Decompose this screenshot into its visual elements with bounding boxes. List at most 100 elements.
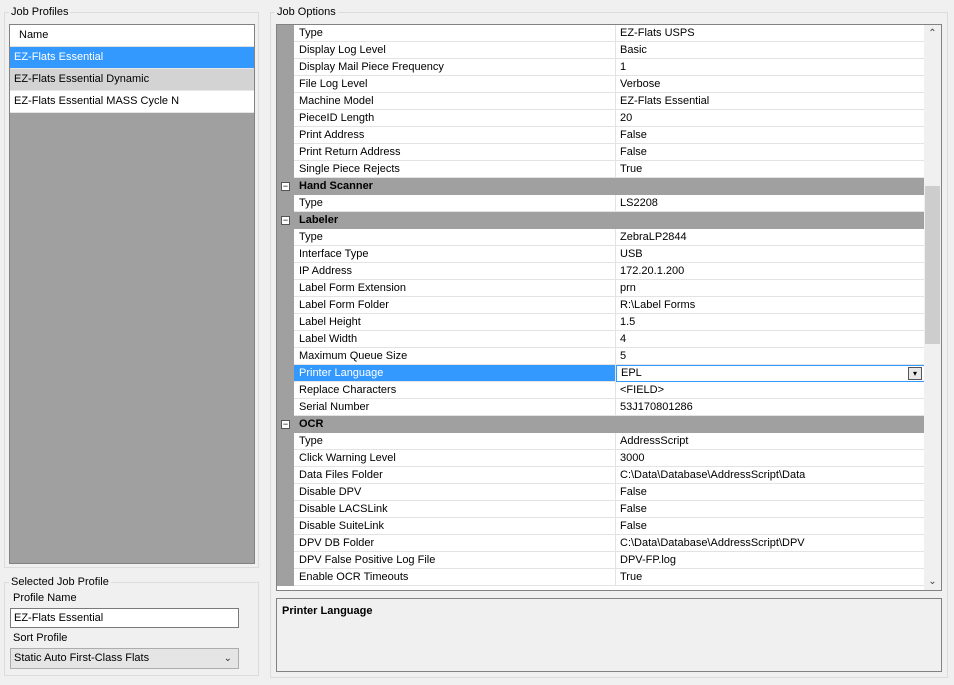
collapse-icon[interactable]: − — [281, 420, 290, 429]
property-name[interactable]: File Log Level — [294, 76, 616, 93]
property-row[interactable]: Label Height 1.5 — [277, 314, 925, 331]
property-name[interactable]: Disable SuiteLink — [294, 518, 616, 535]
property-name[interactable]: Maximum Queue Size — [294, 348, 616, 365]
property-name[interactable]: Print Address — [294, 127, 616, 144]
property-value[interactable]: False — [616, 484, 925, 501]
property-value[interactable]: 4 — [616, 331, 925, 348]
property-row[interactable]: Replace Characters <FIELD> — [277, 382, 925, 399]
property-row[interactable]: Disable DPV False — [277, 484, 925, 501]
property-row[interactable]: Disable LACSLink False — [277, 501, 925, 518]
scroll-up-icon[interactable]: ⌃ — [924, 25, 941, 42]
property-name[interactable]: IP Address — [294, 263, 616, 280]
property-row[interactable]: Display Log Level Basic — [277, 42, 925, 59]
property-row[interactable]: Maximum Queue Size 5 — [277, 348, 925, 365]
property-row[interactable]: Print Address False — [277, 127, 925, 144]
property-row[interactable]: Type LS2208 — [277, 195, 925, 212]
property-row[interactable]: Enable OCR Timeouts True — [277, 569, 925, 586]
property-row[interactable]: File Log Level Verbose — [277, 76, 925, 93]
property-name[interactable]: Enable OCR Timeouts — [294, 569, 616, 586]
property-value[interactable]: ZebraLP2844 — [616, 229, 925, 246]
property-value[interactable]: C:\Data\Database\AddressScript\DPV — [616, 535, 925, 552]
collapse-icon[interactable]: − — [281, 182, 290, 191]
property-row[interactable]: Type AddressScript — [277, 433, 925, 450]
property-row[interactable]: Printer Language EPL ▾ — [277, 365, 925, 382]
property-row[interactable]: Click Warning Level 3000 — [277, 450, 925, 467]
property-name[interactable]: Interface Type — [294, 246, 616, 263]
property-value[interactable]: False — [616, 501, 925, 518]
property-name[interactable]: Label Height — [294, 314, 616, 331]
property-value[interactable]: R:\Label Forms — [616, 297, 925, 314]
job-profiles-list[interactable]: Name EZ-Flats Essential EZ-Flats Essentia… — [9, 24, 255, 564]
property-name[interactable]: Disable LACSLink — [294, 501, 616, 518]
property-name[interactable]: Print Return Address — [294, 144, 616, 161]
scroll-down-icon[interactable]: ⌄ — [924, 573, 941, 590]
property-name[interactable]: Type — [294, 25, 616, 42]
dropdown-arrow-icon[interactable]: ▾ — [908, 367, 922, 380]
property-name[interactable]: DPV DB Folder — [294, 535, 616, 552]
property-value[interactable]: 20 — [616, 110, 925, 127]
property-name[interactable]: PieceID Length — [294, 110, 616, 127]
property-row[interactable]: Label Form Folder R:\Label Forms — [277, 297, 925, 314]
property-row[interactable]: IP Address 172.20.1.200 — [277, 263, 925, 280]
property-value[interactable]: 1 — [616, 59, 925, 76]
property-row[interactable]: Single Piece Rejects True — [277, 161, 925, 178]
property-row[interactable]: Label Width 4 — [277, 331, 925, 348]
property-value[interactable]: Verbose — [616, 76, 925, 93]
property-name[interactable]: Replace Characters — [294, 382, 616, 399]
sort-profile-dropdown[interactable]: Static Auto First-Class Flats ⌄ — [10, 648, 239, 669]
property-name[interactable]: Printer Language — [294, 365, 616, 382]
property-name[interactable]: Type — [294, 195, 616, 212]
property-row[interactable]: Print Return Address False — [277, 144, 925, 161]
category-row[interactable]: − Labeler — [277, 212, 925, 229]
category-row[interactable]: − OCR — [277, 416, 925, 433]
category-row[interactable]: − Hand Scanner — [277, 178, 925, 195]
property-value[interactable]: EZ-Flats USPS — [616, 25, 925, 42]
property-name[interactable]: Data Files Folder — [294, 467, 616, 484]
property-name[interactable]: Label Width — [294, 331, 616, 348]
property-row[interactable]: Type ZebraLP2844 — [277, 229, 925, 246]
scrollbar-thumb[interactable] — [925, 186, 940, 344]
property-name[interactable]: DPV False Positive Log File — [294, 552, 616, 569]
property-name[interactable]: Label Form Folder — [294, 297, 616, 314]
property-value[interactable]: False — [616, 518, 925, 535]
profile-name-field[interactable]: EZ-Flats Essential — [10, 608, 239, 628]
property-value[interactable]: 172.20.1.200 — [616, 263, 925, 280]
name-column-header[interactable]: Name — [10, 25, 254, 47]
property-row[interactable]: Data Files Folder C:\Data\Database\Addres… — [277, 467, 925, 484]
profile-list-item[interactable]: EZ-Flats Essential MASS Cycle N — [10, 91, 254, 113]
property-row[interactable]: Type EZ-Flats USPS — [277, 25, 925, 42]
property-name[interactable]: Label Form Extension — [294, 280, 616, 297]
property-row[interactable]: Interface Type USB — [277, 246, 925, 263]
property-value[interactable]: C:\Data\Database\AddressScript\Data — [616, 467, 925, 484]
property-grid[interactable]: Type EZ-Flats USPS Display Log Level Basic D… — [276, 24, 942, 591]
property-value[interactable]: False — [616, 144, 925, 161]
property-value[interactable]: AddressScript — [616, 433, 925, 450]
property-value[interactable]: EZ-Flats Essential — [616, 93, 925, 110]
property-value[interactable]: False — [616, 127, 925, 144]
profile-list-item[interactable]: EZ-Flats Essential — [10, 47, 254, 69]
property-name[interactable]: Type — [294, 433, 616, 450]
property-row[interactable]: Label Form Extension prn — [277, 280, 925, 297]
property-name[interactable]: Disable DPV — [294, 484, 616, 501]
property-row[interactable]: DPV DB Folder C:\Data\Database\AddressScr… — [277, 535, 925, 552]
profile-list-item[interactable]: EZ-Flats Essential Dynamic — [10, 69, 254, 91]
property-value[interactable]: prn — [616, 280, 925, 297]
property-value[interactable]: True — [616, 161, 925, 178]
property-row[interactable]: Display Mail Piece Frequency 1 — [277, 59, 925, 76]
property-name[interactable]: Click Warning Level — [294, 450, 616, 467]
property-value[interactable]: DPV-FP.log — [616, 552, 925, 569]
collapse-icon[interactable]: − — [281, 216, 290, 225]
property-value[interactable]: <FIELD> — [616, 382, 925, 399]
property-value[interactable]: Basic — [616, 42, 925, 59]
property-value[interactable]: 5 — [616, 348, 925, 365]
property-name[interactable]: Display Log Level — [294, 42, 616, 59]
property-name[interactable]: Type — [294, 229, 616, 246]
property-row[interactable]: DPV False Positive Log File DPV-FP.log — [277, 552, 925, 569]
property-value[interactable]: EPL ▾ — [616, 365, 925, 382]
property-name[interactable]: Display Mail Piece Frequency — [294, 59, 616, 76]
property-grid-scrollbar[interactable]: ⌃ ⌄ — [924, 25, 941, 590]
property-row[interactable]: Machine Model EZ-Flats Essential — [277, 93, 925, 110]
property-name[interactable]: Single Piece Rejects — [294, 161, 616, 178]
property-value[interactable]: USB — [616, 246, 925, 263]
property-name[interactable]: Machine Model — [294, 93, 616, 110]
